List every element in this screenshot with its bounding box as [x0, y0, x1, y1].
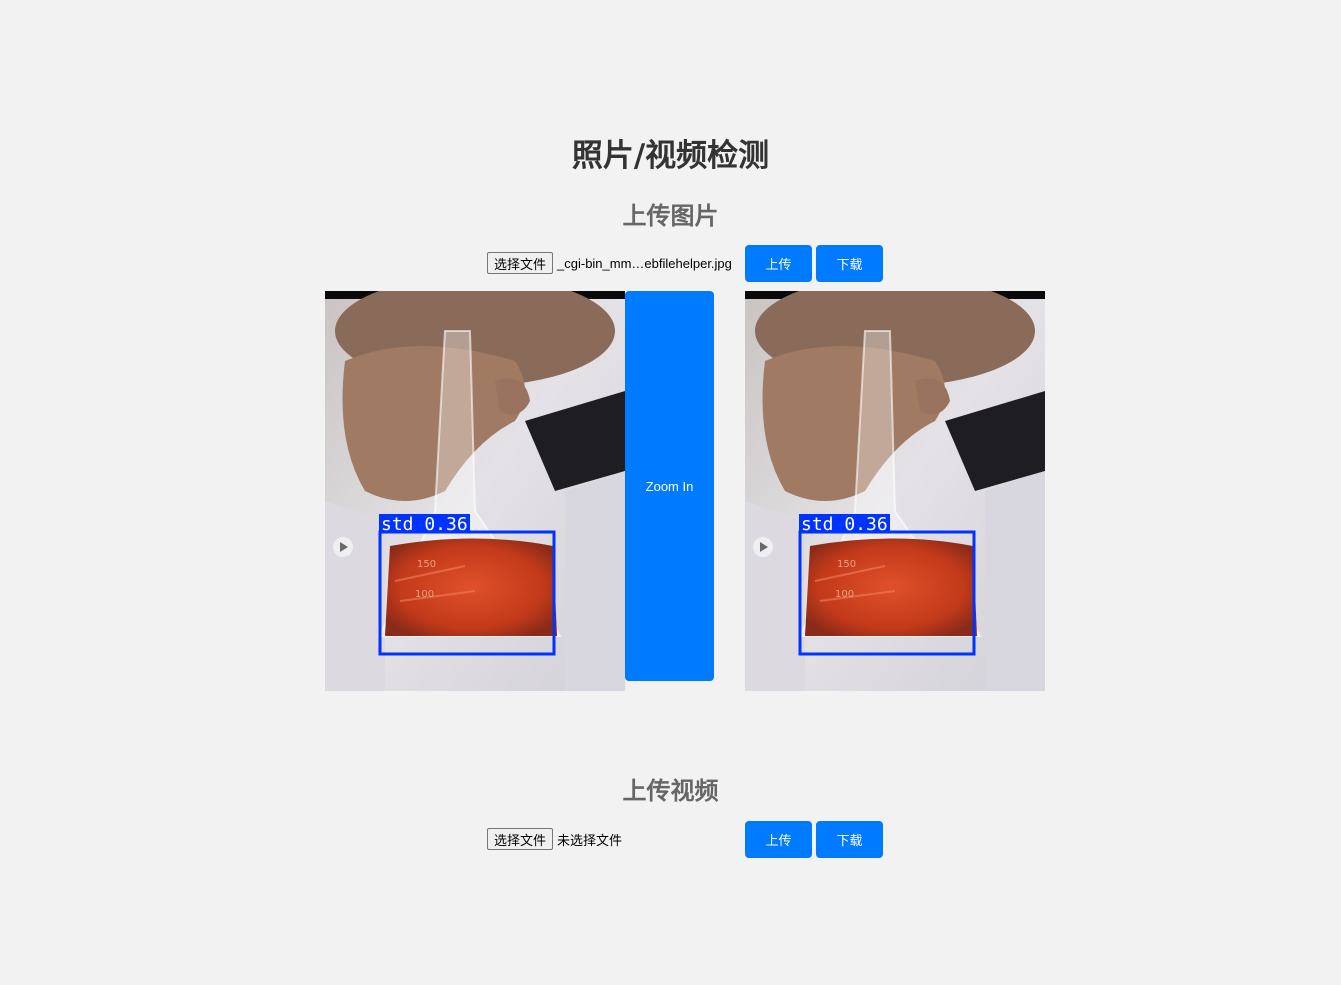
page-title: 照片/视频检测 — [571, 138, 770, 174]
result-detection-label: std 0.36 — [801, 514, 888, 535]
original-image: 150 100 std 0.36 — [325, 291, 625, 691]
video-file-input[interactable]: 选择文件 未选择文件 — [487, 828, 741, 850]
image-file-input[interactable]: 选择文件 _cgi-bin_mm…ebfilehelper.jpg — [487, 252, 741, 274]
zoom-in-button[interactable]: Zoom In — [625, 291, 714, 681]
svg-text:150: 150 — [837, 559, 856, 570]
video-file-name: 未选择文件 — [557, 832, 623, 848]
video-section-heading: 上传视频 — [622, 777, 719, 805]
svg-text:100: 100 — [835, 589, 854, 600]
svg-text:150: 150 — [417, 559, 436, 570]
original-detection-label: std 0.36 — [381, 514, 468, 535]
image-upload-row: 选择文件 _cgi-bin_mm…ebfilehelper.jpg 上传 下载 — [487, 244, 883, 282]
image-file-name: _cgi-bin_mm…ebfilehelper.jpg — [557, 255, 732, 271]
image-section-heading: 上传图片 — [622, 202, 719, 230]
result-image: 150 100 std 0.36 — [745, 291, 1045, 691]
svg-text:100: 100 — [415, 589, 434, 600]
video-choose-file-button[interactable]: 选择文件 — [487, 828, 554, 850]
video-upload-button[interactable]: 上传 — [745, 820, 812, 858]
page: 照片/视频检测 上传图片 选择文件 _cgi-bin_mm…ebfilehelp… — [0, 0, 1341, 985]
image-choose-file-button[interactable]: 选择文件 — [487, 252, 554, 274]
video-download-button[interactable]: 下载 — [816, 820, 883, 858]
image-upload-button[interactable]: 上传 — [745, 244, 812, 282]
image-download-button[interactable]: 下载 — [816, 244, 883, 282]
video-upload-row: 选择文件 未选择文件 上传 下载 — [487, 820, 883, 858]
